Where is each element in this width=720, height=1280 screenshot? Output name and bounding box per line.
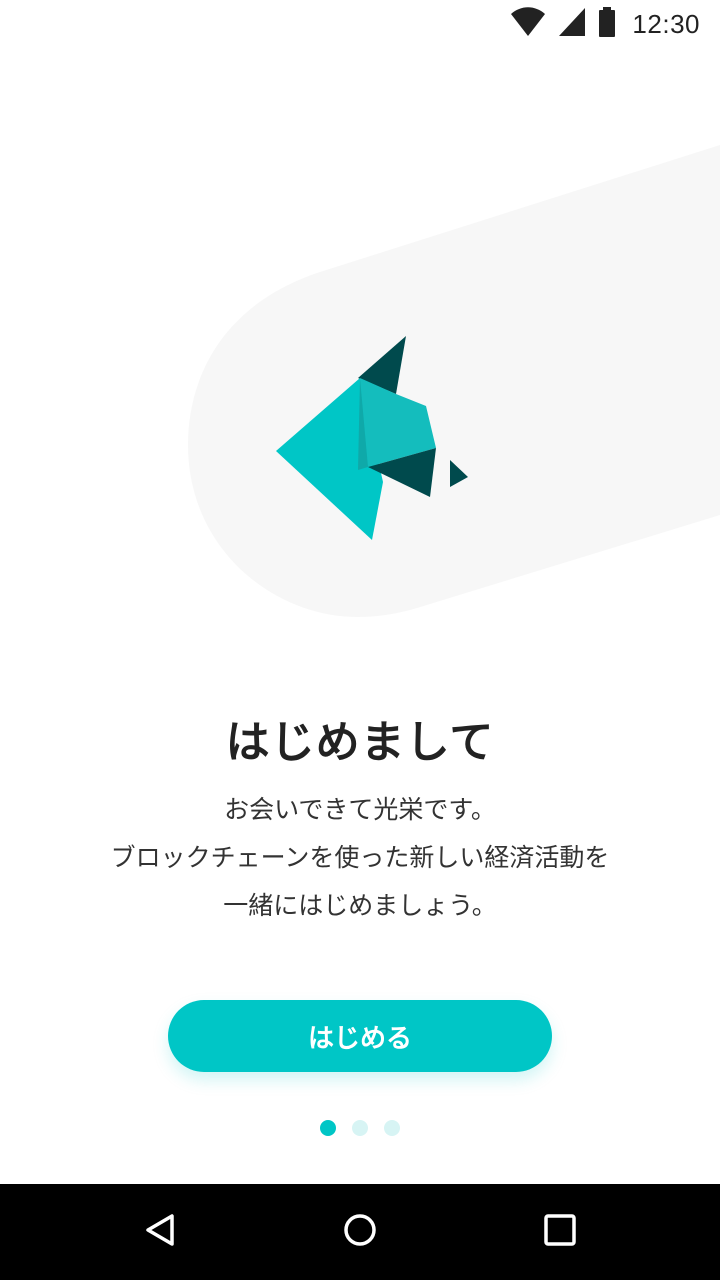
recents-button[interactable] [536,1208,584,1256]
welcome-message-line: お会いできて光栄です。 [224,795,496,824]
origami-logo [276,336,468,540]
welcome-message-line: 一緒にはじめましょう。 [223,891,497,920]
page-indicator-dot[interactable] [352,1120,368,1136]
recents-icon [542,1212,578,1252]
wifi-icon [510,7,546,41]
start-button[interactable]: はじめる [168,1000,552,1072]
home-icon [342,1212,378,1252]
status-bar: 12:30 [0,0,720,48]
welcome-message-line: ブロックチェーンを使った新しい経済活動を [110,843,610,872]
cell-signal-icon [558,7,586,41]
page-title: はじめまして [225,717,495,768]
page-indicator-dot-active[interactable] [320,1120,336,1136]
onboarding-screen: 12:30 はじめまして お会いできて光栄です。 ブロックチェーンを使った新しい… [0,0,720,1280]
navigation-bar [0,1184,720,1280]
welcome-message: お会いできて光栄です。 ブロックチェーンを使った新しい経済活動を 一緒にはじめま… [0,786,720,930]
home-button[interactable] [336,1208,384,1256]
status-time: 12:30 [632,8,700,39]
page-indicator-dot[interactable] [384,1120,400,1136]
back-icon [142,1212,178,1252]
battery-icon [598,7,616,41]
page-indicator [0,1120,720,1136]
back-button[interactable] [136,1208,184,1256]
